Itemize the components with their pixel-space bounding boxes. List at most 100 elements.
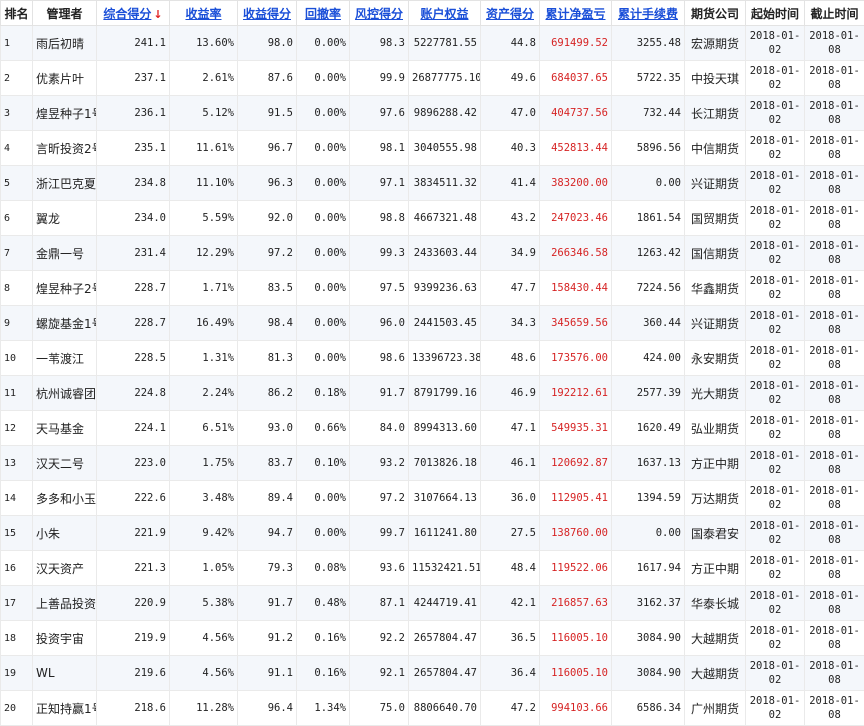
cell-asset-score: 41.4 — [481, 166, 540, 201]
cell-company: 方正中期 — [685, 446, 746, 481]
cell-drawdown: 0.00% — [297, 306, 350, 341]
cell-return-score: 91.5 — [238, 96, 297, 131]
cell-return-score: 96.3 — [238, 166, 297, 201]
cell-return-rate: 11.28% — [170, 691, 238, 726]
cell-rank: 15 — [1, 516, 33, 551]
sort-return-rate[interactable]: 收益率 — [170, 1, 238, 26]
cell-cumulative-pnl: 247023.46 — [540, 201, 612, 236]
cell-composite-score: 234.0 — [97, 201, 170, 236]
cell-cumulative-pnl: 116005.10 — [540, 621, 612, 656]
cell-end-date: 2018-01-08 — [805, 376, 864, 411]
cell-return-score: 83.5 — [238, 271, 297, 306]
table-row: 8煌昱种子2号228.71.71%83.50.00%97.59399236.63… — [1, 271, 864, 306]
table-row: 19WL219.64.56%91.10.16%92.12657804.4736.… — [1, 656, 864, 691]
sort-cumulative-fee[interactable]: 累计手续费 — [612, 1, 685, 26]
cell-risk-score: 99.7 — [350, 516, 409, 551]
cell-drawdown: 0.00% — [297, 131, 350, 166]
cell-end-date: 2018-01-08 — [805, 341, 864, 376]
cell-cumulative-fee: 2577.39 — [612, 376, 685, 411]
cell-account-equity: 4667321.48 — [409, 201, 481, 236]
cell-cumulative-fee: 424.00 — [612, 341, 685, 376]
cell-end-date: 2018-01-08 — [805, 201, 864, 236]
cell-manager: 投资宇宙 — [33, 621, 97, 656]
cell-asset-score: 36.5 — [481, 621, 540, 656]
cell-cumulative-fee: 6586.34 — [612, 691, 685, 726]
cell-return-score: 83.7 — [238, 446, 297, 481]
cell-return-rate: 1.05% — [170, 551, 238, 586]
cell-rank: 19 — [1, 656, 33, 691]
cell-start-date: 2018-01-02 — [746, 341, 805, 376]
cell-cumulative-pnl: 112905.41 — [540, 481, 612, 516]
cell-start-date: 2018-01-02 — [746, 656, 805, 691]
cell-end-date: 2018-01-08 — [805, 586, 864, 621]
cell-cumulative-pnl: 452813.44 — [540, 131, 612, 166]
cell-end-date: 2018-01-08 — [805, 481, 864, 516]
cell-cumulative-pnl: 116005.10 — [540, 656, 612, 691]
cell-return-score: 91.2 — [238, 621, 297, 656]
cell-cumulative-fee: 1620.49 — [612, 411, 685, 446]
cell-cumulative-pnl: 994103.66 — [540, 691, 612, 726]
cell-return-rate: 2.24% — [170, 376, 238, 411]
table-row: 9螺旋基金1号228.716.49%98.40.00%96.02441503.4… — [1, 306, 864, 341]
cell-return-rate: 12.29% — [170, 236, 238, 271]
sort-return-score[interactable]: 收益得分 — [238, 1, 297, 26]
cell-cumulative-fee: 0.00 — [612, 166, 685, 201]
cell-end-date: 2018-01-08 — [805, 411, 864, 446]
cell-return-rate: 11.10% — [170, 166, 238, 201]
cell-end-date: 2018-01-08 — [805, 236, 864, 271]
cell-asset-score: 43.2 — [481, 201, 540, 236]
cell-return-score: 93.0 — [238, 411, 297, 446]
cell-return-score: 79.3 — [238, 551, 297, 586]
cell-asset-score: 48.4 — [481, 551, 540, 586]
cell-company: 大越期货 — [685, 621, 746, 656]
sort-account-equity[interactable]: 账户权益 — [409, 1, 481, 26]
table-row: 14多多和小玉222.63.48%89.40.00%97.23107664.13… — [1, 481, 864, 516]
cell-account-equity: 2433603.44 — [409, 236, 481, 271]
cell-risk-score: 98.6 — [350, 341, 409, 376]
cell-return-rate: 5.38% — [170, 586, 238, 621]
cell-rank: 13 — [1, 446, 33, 481]
cell-account-equity: 9896288.42 — [409, 96, 481, 131]
cell-drawdown: 1.34% — [297, 691, 350, 726]
header-composite-label: 综合得分 — [103, 7, 151, 21]
cell-return-rate: 16.49% — [170, 306, 238, 341]
cell-company: 光大期货 — [685, 376, 746, 411]
cell-cumulative-fee: 7224.56 — [612, 271, 685, 306]
table-row: 4言昕投资2号235.111.61%96.70.00%98.13040555.9… — [1, 131, 864, 166]
cell-end-date: 2018-01-08 — [805, 96, 864, 131]
cell-composite-score: 235.1 — [97, 131, 170, 166]
sort-risk-score[interactable]: 风控得分 — [350, 1, 409, 26]
cell-start-date: 2018-01-02 — [746, 586, 805, 621]
sort-drawdown[interactable]: 回撤率 — [297, 1, 350, 26]
cell-drawdown: 0.00% — [297, 96, 350, 131]
cell-cumulative-pnl: 684037.65 — [540, 61, 612, 96]
cell-composite-score: 228.7 — [97, 271, 170, 306]
sort-cumulative-pnl[interactable]: 累计净盈亏 — [540, 1, 612, 26]
sort-asset-score[interactable]: 资产得分 — [481, 1, 540, 26]
cell-cumulative-pnl: 383200.00 — [540, 166, 612, 201]
cell-return-rate: 11.61% — [170, 131, 238, 166]
cell-asset-score: 47.0 — [481, 96, 540, 131]
cell-rank: 2 — [1, 61, 33, 96]
cell-drawdown: 0.18% — [297, 376, 350, 411]
cell-rank: 6 — [1, 201, 33, 236]
sort-composite-score[interactable]: 综合得分↓ — [97, 1, 170, 26]
cell-return-rate: 6.51% — [170, 411, 238, 446]
cell-start-date: 2018-01-02 — [746, 271, 805, 306]
cell-composite-score: 221.9 — [97, 516, 170, 551]
cell-start-date: 2018-01-02 — [746, 306, 805, 341]
cell-composite-score: 228.7 — [97, 306, 170, 341]
table-body: 1雨后初晴241.113.60%98.00.00%98.35227781.554… — [1, 26, 864, 726]
cell-return-score: 94.7 — [238, 516, 297, 551]
cell-cumulative-fee: 732.44 — [612, 96, 685, 131]
cell-start-date: 2018-01-02 — [746, 446, 805, 481]
cell-asset-score: 48.6 — [481, 341, 540, 376]
cell-company: 华泰长城 — [685, 586, 746, 621]
cell-rank: 18 — [1, 621, 33, 656]
cell-company: 广州期货 — [685, 691, 746, 726]
cell-cumulative-pnl: 120692.87 — [540, 446, 612, 481]
cell-cumulative-pnl: 549935.31 — [540, 411, 612, 446]
cell-company: 国信期货 — [685, 236, 746, 271]
cell-return-score: 98.4 — [238, 306, 297, 341]
cell-drawdown: 0.08% — [297, 551, 350, 586]
